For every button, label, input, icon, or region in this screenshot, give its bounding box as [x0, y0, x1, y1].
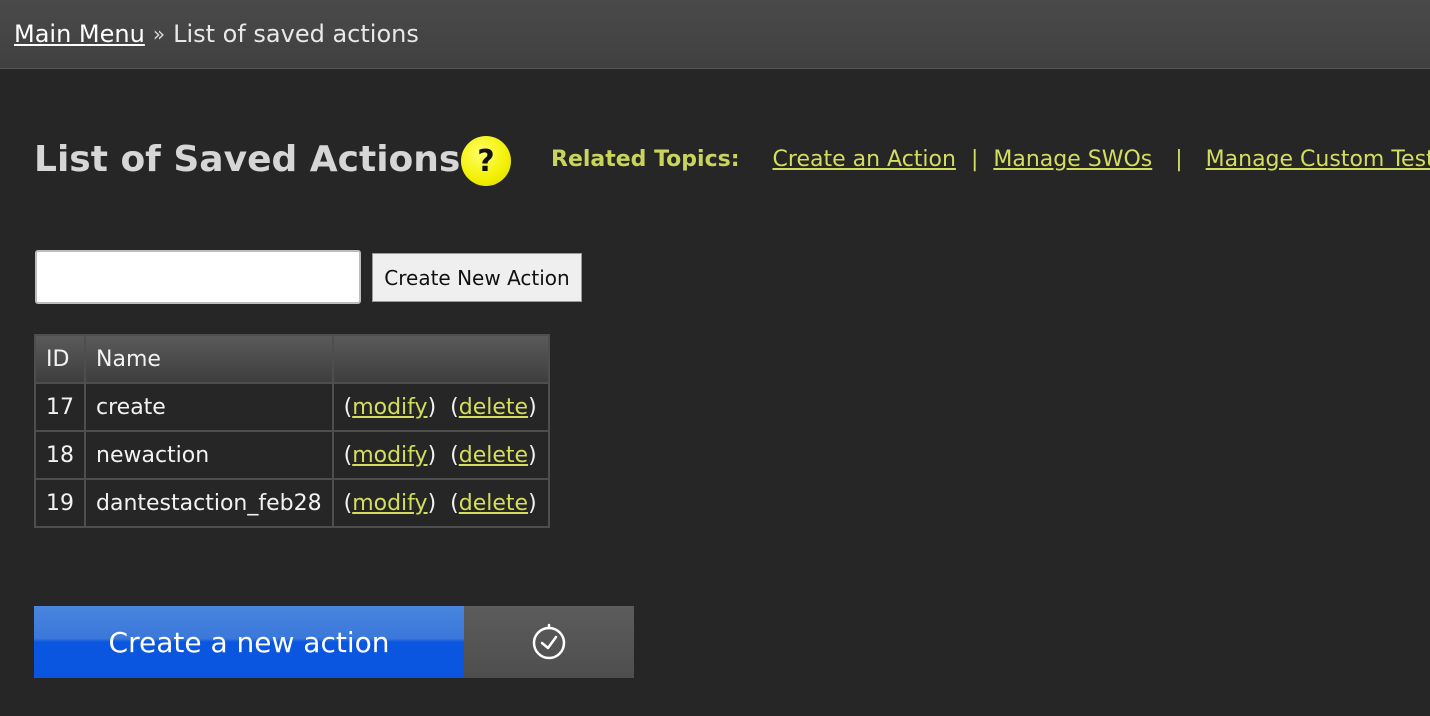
row-actions: (modify) (delete) — [331, 382, 550, 432]
create-new-action-button[interactable]: Create New Action — [372, 253, 582, 302]
paren-close: ) — [528, 490, 537, 516]
column-header-id: ID — [34, 334, 86, 384]
delete-link[interactable]: delete — [459, 491, 528, 516]
breadcrumb-current: List of saved actions — [173, 20, 419, 48]
table-row: 17 create (modify) (delete) — [34, 382, 550, 432]
row-actions: (modify) (delete) — [331, 430, 550, 480]
paren-close: ) — [528, 442, 537, 468]
column-header-actions — [331, 334, 550, 384]
row-id: 19 — [34, 478, 86, 528]
page-title: List of Saved Actions — [34, 139, 461, 180]
related-topics: Related Topics: Create an Action | Manag… — [551, 145, 1430, 175]
row-actions: (modify) (delete) — [331, 478, 550, 528]
table-row: 19 dantestaction_feb28 (modify) (delete) — [34, 478, 550, 528]
paren-close: ) — [427, 490, 437, 516]
breadcrumb-separator: » — [152, 22, 166, 46]
schedule-button[interactable] — [464, 606, 634, 678]
related-link-manage-custom-tests[interactable]: Manage Custom Tests — [1206, 147, 1430, 172]
clock-icon — [532, 623, 566, 660]
row-name: dantestaction_feb28 — [84, 478, 334, 528]
row-name: newaction — [84, 430, 334, 480]
modify-link[interactable]: modify — [352, 395, 427, 420]
paren-open: ( — [343, 442, 353, 468]
modify-link[interactable]: modify — [352, 491, 427, 516]
related-separator: | — [1175, 147, 1183, 172]
breadcrumb: Main Menu » List of saved actions — [0, 0, 1430, 69]
related-separator: | — [970, 147, 979, 172]
paren-close: ) — [427, 394, 437, 420]
saved-actions-table: ID Name 17 create (modify) (delete) 18 ne… — [34, 334, 550, 528]
delete-link[interactable]: delete — [459, 443, 528, 468]
action-name-input[interactable] — [35, 250, 361, 304]
delete-link[interactable]: delete — [459, 395, 528, 420]
breadcrumb-main-menu-link[interactable]: Main Menu — [14, 20, 145, 48]
modify-link[interactable]: modify — [352, 443, 427, 468]
paren-open: ( — [450, 490, 459, 516]
paren-open: ( — [343, 490, 353, 516]
paren-close: ) — [528, 394, 537, 420]
row-name: create — [84, 382, 334, 432]
help-icon[interactable]: ? — [461, 136, 511, 186]
table-row: 18 newaction (modify) (delete) — [34, 430, 550, 480]
paren-open: ( — [450, 442, 459, 468]
table-header-row: ID Name — [34, 334, 550, 384]
create-a-new-action-button[interactable]: Create a new action — [34, 606, 464, 678]
related-link-manage-swos[interactable]: Manage SWOs — [993, 147, 1152, 172]
paren-open: ( — [343, 394, 353, 420]
related-link-create-action[interactable]: Create an Action — [773, 147, 956, 172]
related-topics-label: Related Topics: — [551, 147, 740, 172]
paren-open: ( — [450, 394, 459, 420]
column-header-name: Name — [84, 334, 334, 384]
paren-close: ) — [427, 442, 437, 468]
row-id: 17 — [34, 382, 86, 432]
row-id: 18 — [34, 430, 86, 480]
